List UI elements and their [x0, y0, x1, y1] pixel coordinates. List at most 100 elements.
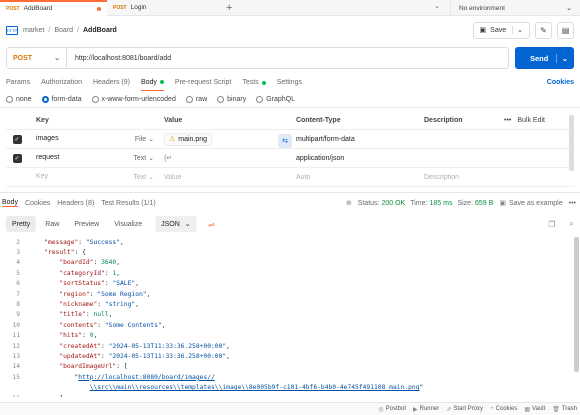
value-cell[interactable]: ⚠ main.png — [160, 132, 288, 146]
response-tab-test-results[interactable]: Test Results (1/1) — [101, 200, 155, 207]
response-tab-body[interactable]: Body — [2, 199, 18, 207]
content-type-cell[interactable]: application/json — [288, 155, 420, 162]
bulk-edit-link[interactable]: Bulk Edit — [517, 117, 545, 124]
method-select[interactable]: POST ⌄ — [7, 48, 67, 68]
value-placeholder[interactable]: Value — [160, 174, 288, 181]
footer-vault[interactable]: ▦ Vault — [524, 406, 545, 413]
response-tab-headers[interactable]: Headers (8) — [57, 200, 94, 207]
key-placeholder[interactable]: Key Text ⌄ — [28, 173, 160, 181]
time-value[interactable]: 185 ms — [429, 200, 452, 207]
response-view-bar: Pretty Raw Preview Visualize JSON ⌄ ⇌ ❐ ⌕ — [0, 213, 580, 235]
breadcrumb-workspace[interactable]: market — [23, 27, 44, 34]
tab-body[interactable]: Body — [140, 74, 164, 91]
row-checkbox[interactable]: ✓ — [12, 153, 22, 163]
copy-icon[interactable]: ❐ — [548, 220, 555, 229]
radio-x-www-form-urlencoded[interactable]: x-www-form-urlencoded — [91, 95, 176, 103]
tabs-overflow-chevron-icon[interactable]: ⌄ — [434, 2, 440, 10]
save-as-example-button[interactable]: Save as example — [509, 200, 563, 207]
response-body-code[interactable]: 2 "message": "Success", 3 "result": {4 "b… — [0, 237, 580, 397]
table-scrollbar[interactable] — [569, 115, 574, 171]
breadcrumb-collection[interactable]: Board — [54, 27, 73, 34]
tab-settings[interactable]: Settings — [277, 74, 302, 91]
url-link[interactable]: \\src\\main\\resources\\templates\\image… — [90, 384, 420, 391]
chevron-down-icon[interactable]: ⌄ — [512, 26, 523, 34]
view-pretty[interactable]: Pretty — [6, 216, 37, 232]
type-select[interactable]: File ⌄ — [135, 135, 154, 143]
code-text: "updatedAt": "2024-05-13T11:33:36.258+00… — [29, 353, 230, 360]
type-select[interactable]: Text ⌄ — [133, 154, 154, 162]
key-cell[interactable]: request Text ⌄ — [28, 154, 160, 162]
file-name: main.png — [178, 135, 208, 143]
code-line: 11 "hits": 0, — [0, 331, 580, 341]
type-select[interactable]: Text ⌄ — [133, 173, 154, 181]
more-options-icon[interactable]: ••• — [569, 200, 576, 207]
content-type-cell[interactable]: multipart/form-data — [288, 136, 420, 143]
code-line: 5 "categoryId": 1, — [0, 268, 580, 278]
body-type-radios: none form-data x-www-form-urlencoded raw… — [0, 91, 580, 108]
response-scrollbar[interactable] — [574, 237, 579, 372]
more-options-icon[interactable]: ••• — [504, 117, 511, 124]
tab-authorization[interactable]: Authorization — [41, 74, 82, 91]
size-value[interactable]: 659 B — [475, 200, 493, 207]
tab-params[interactable]: Params — [6, 74, 30, 91]
wrap-lines-icon[interactable]: ⇌ — [204, 216, 220, 232]
radio-none[interactable]: none — [6, 95, 32, 103]
row-checkbox[interactable]: ✓ — [12, 134, 22, 144]
file-chip[interactable]: ⚠ main.png — [164, 132, 213, 146]
unsaved-dot-icon — [97, 6, 101, 11]
radio-form-data[interactable]: form-data — [41, 95, 82, 103]
radio-circle — [91, 95, 99, 103]
vault-icon: ▦ — [524, 406, 531, 413]
comments-icon[interactable]: ▤ — [557, 21, 574, 39]
chevron-down-icon[interactable]: ⌄ — [555, 53, 568, 63]
cookies-link[interactable]: Cookies — [547, 79, 574, 86]
code-token: "updatedAt" — [59, 352, 102, 360]
line-number: 16 — [0, 395, 29, 397]
tab-addboard[interactable]: POST AddBoard — [0, 0, 107, 16]
radio-circle — [185, 95, 193, 103]
key-cell[interactable]: images File ⌄ — [28, 135, 160, 143]
new-tab-plus-icon[interactable]: + — [226, 0, 232, 16]
code-token: : { — [74, 249, 86, 257]
runner-icon: ▶ — [413, 406, 418, 413]
time-label: Time: — [410, 199, 428, 207]
footer-runner[interactable]: ▶ Runner — [413, 406, 439, 413]
url-link[interactable]: http://localhost:8080/board/images// — [78, 374, 214, 381]
url-input[interactable]: http://localhost:8081/board/add — [67, 55, 171, 62]
key-placeholder-text: Key — [36, 173, 49, 180]
file-transfer-icon[interactable]: ⇆ — [278, 134, 292, 148]
view-raw[interactable]: Raw — [39, 216, 65, 232]
status-value[interactable]: 200 OK — [381, 200, 405, 207]
footer-cookies[interactable]: ◔ Cookies — [490, 406, 517, 412]
radio-raw[interactable]: raw — [185, 95, 207, 103]
code-token: , — [116, 259, 121, 267]
view-preview[interactable]: Preview — [68, 216, 105, 232]
format-select[interactable]: JSON ⌄ — [155, 216, 197, 232]
tab-headers[interactable]: Headers (9) — [93, 74, 130, 91]
tab-login[interactable]: POST Login — [107, 0, 214, 16]
footer-postbot[interactable]: ◎ Postbot — [378, 406, 406, 413]
view-visualize[interactable]: Visualize — [108, 216, 148, 232]
radio-graphql[interactable]: GraphQL — [256, 95, 295, 103]
tab-pre-request-script[interactable]: Pre-request Script — [175, 74, 231, 91]
request-url-bar: POST ⌄ http://localhost:8081/board/add S… — [0, 44, 580, 72]
breadcrumb-separator: / — [48, 26, 51, 34]
environment-selector[interactable]: No environment ⌄ — [450, 0, 580, 16]
radio-binary[interactable]: binary — [217, 95, 246, 103]
response-tab-cookies[interactable]: Cookies — [25, 200, 50, 207]
footer-trash[interactable]: 🗑 Trash — [552, 406, 577, 413]
tab-tests[interactable]: Tests — [242, 74, 266, 91]
content-type-placeholder[interactable]: Auto — [288, 174, 420, 181]
description-placeholder[interactable]: Description — [420, 174, 500, 181]
footer-start-proxy[interactable]: ⇗ Start Proxy — [446, 406, 483, 413]
save-button[interactable]: ▣ Save ⌄ — [472, 21, 530, 39]
value-cell[interactable]: {↵ — [160, 154, 288, 162]
type-value: File — [134, 136, 147, 143]
search-icon[interactable]: ⌕ — [570, 219, 574, 229]
edit-icon[interactable]: ✎ — [535, 21, 552, 39]
breadcrumb-current[interactable]: AddBoard — [83, 27, 117, 34]
code-text: "createdAt": "2024-05-13T11:33:36.258+00… — [29, 343, 230, 350]
send-button[interactable]: Send ⌄ — [515, 47, 574, 69]
code-token: : — [93, 259, 102, 267]
key-value: images — [36, 135, 59, 142]
